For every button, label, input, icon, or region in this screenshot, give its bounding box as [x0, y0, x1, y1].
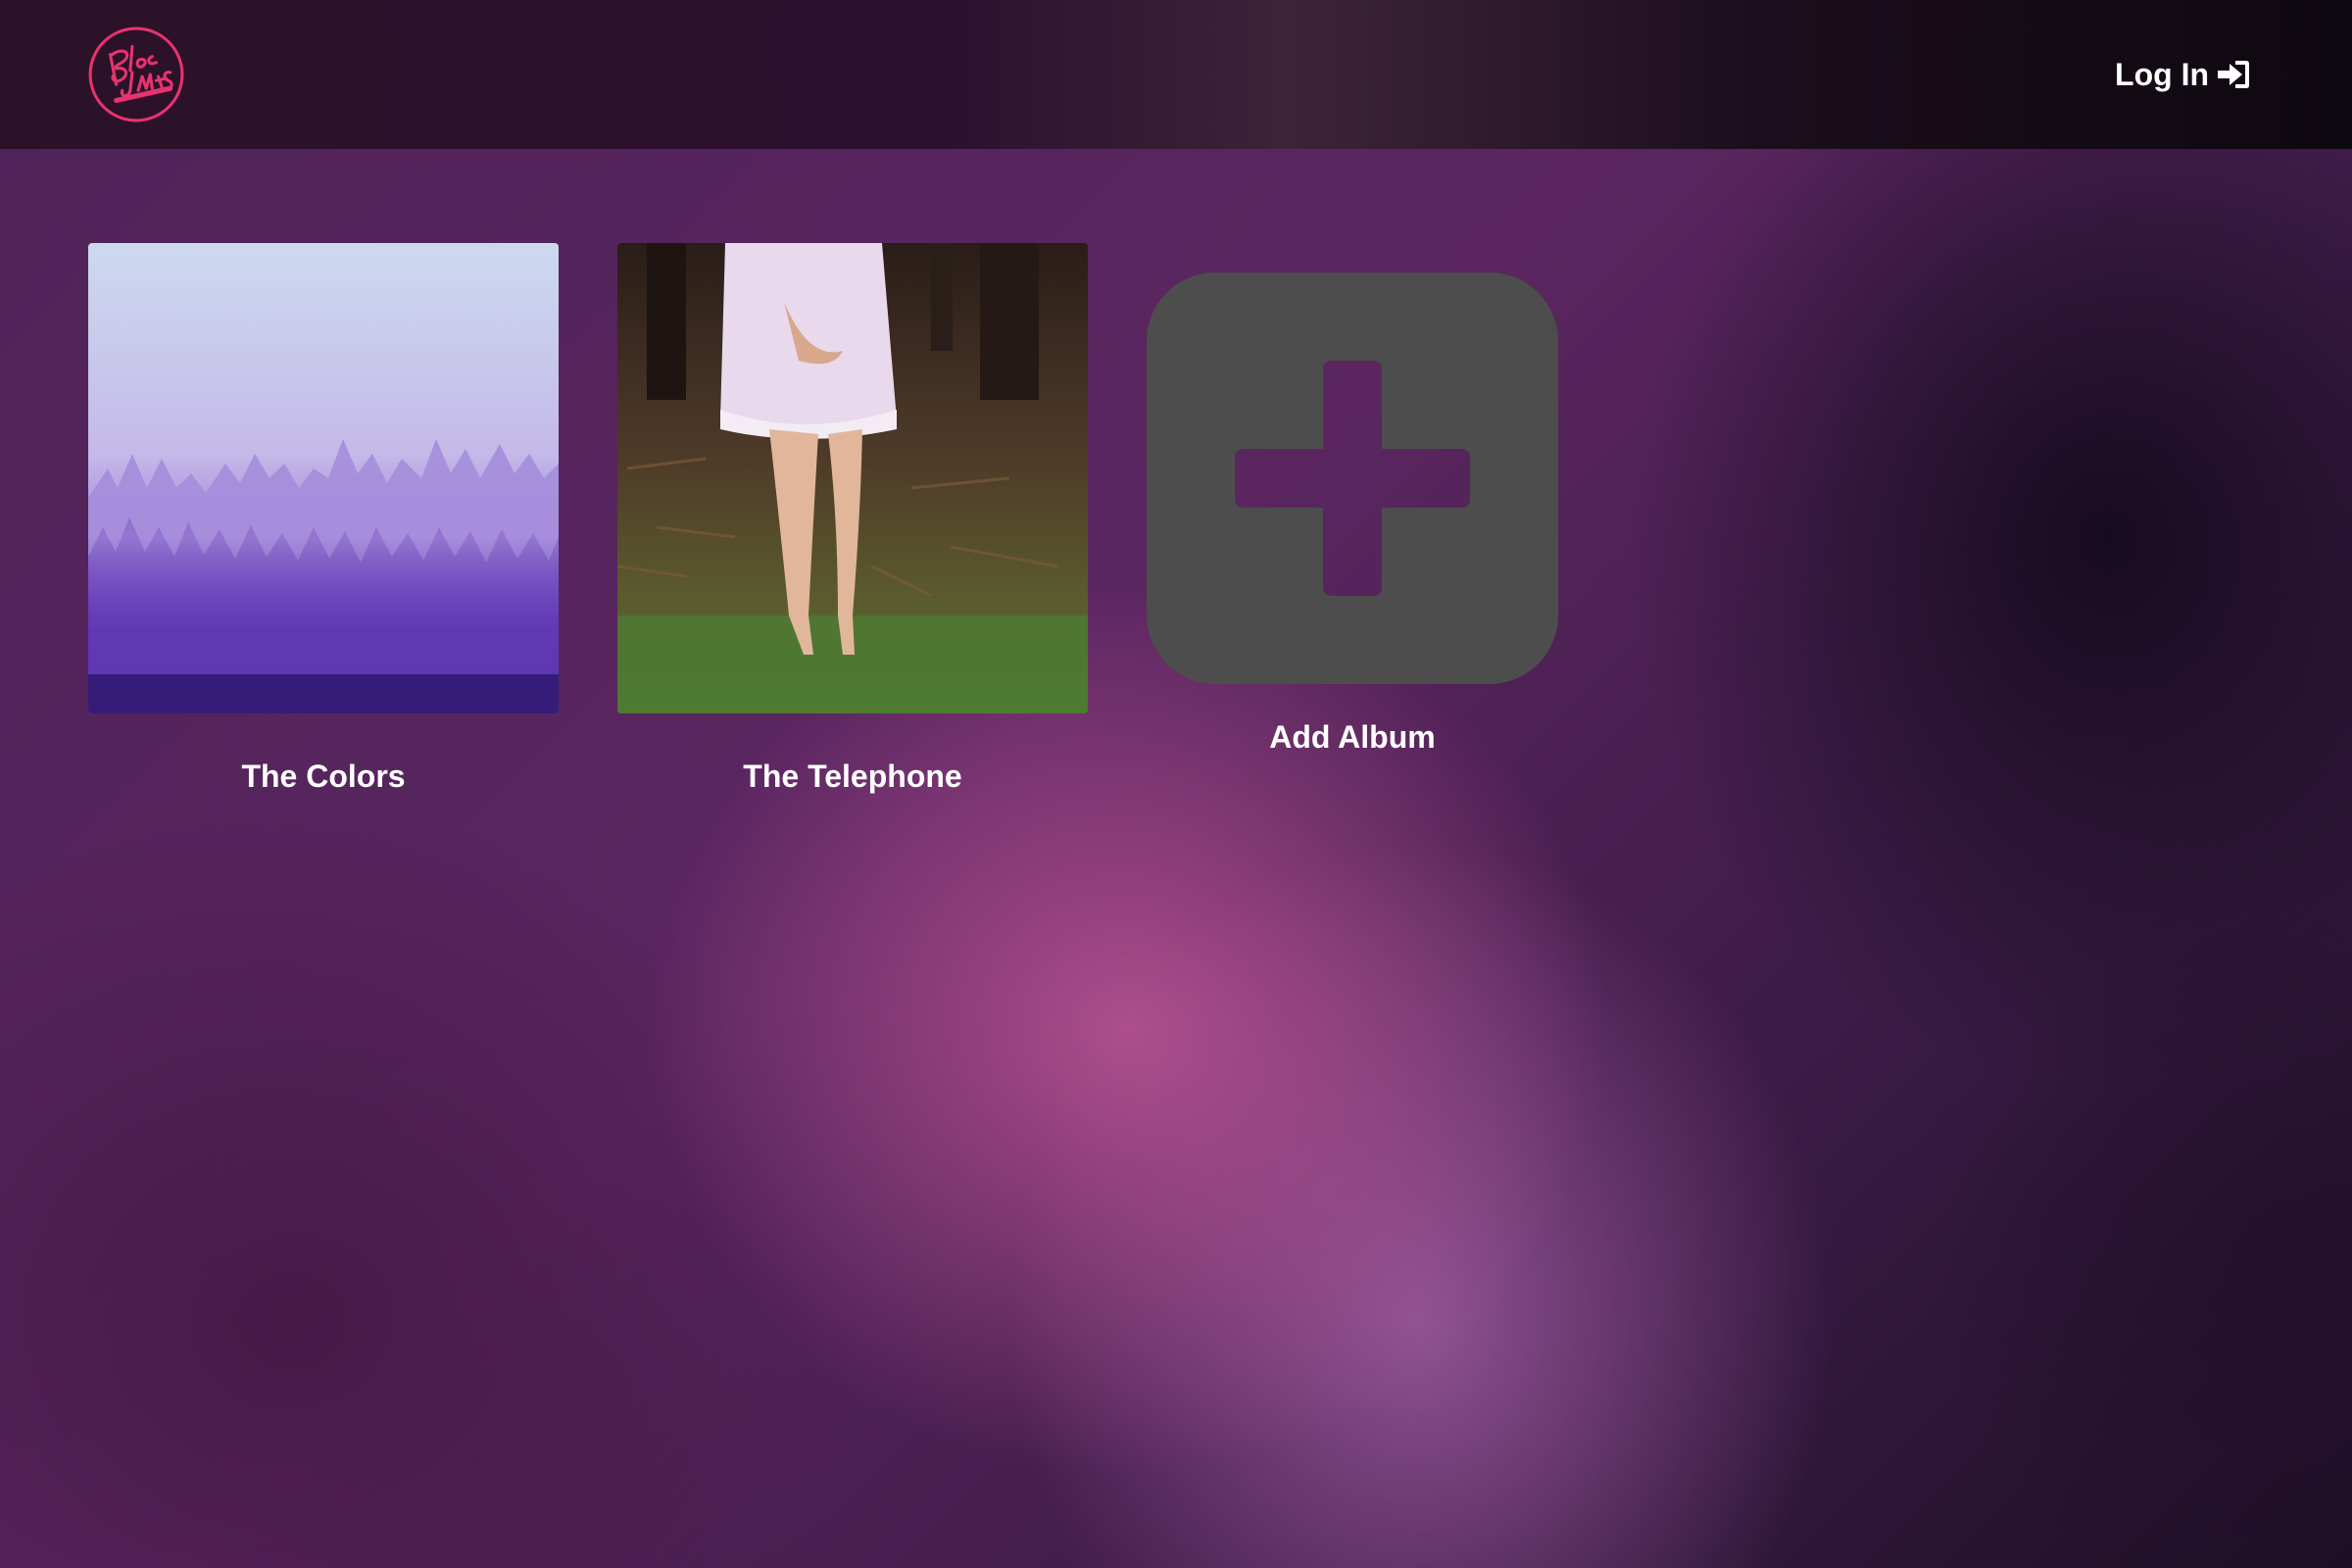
bloc-jams-logo[interactable] — [86, 24, 186, 124]
album-title: The Colors — [241, 759, 406, 794]
add-album-button[interactable]: Add Album — [1147, 272, 1558, 756]
album-cover-image — [88, 243, 559, 713]
album-card-the-colors[interactable]: The Colors — [88, 243, 559, 795]
album-card-the-telephone[interactable]: The Telephone — [617, 243, 1088, 795]
album-title: The Telephone — [743, 759, 962, 794]
navbar: Log In — [0, 0, 2352, 149]
login-label: Log In — [2115, 56, 2209, 92]
album-cover-image — [617, 243, 1088, 713]
login-link[interactable]: Log In — [2115, 51, 2250, 98]
add-album-label: Add Album — [1269, 719, 1436, 755]
plus-square-icon — [1147, 272, 1558, 684]
logo-image — [88, 26, 184, 122]
sign-in-icon — [2217, 58, 2250, 91]
